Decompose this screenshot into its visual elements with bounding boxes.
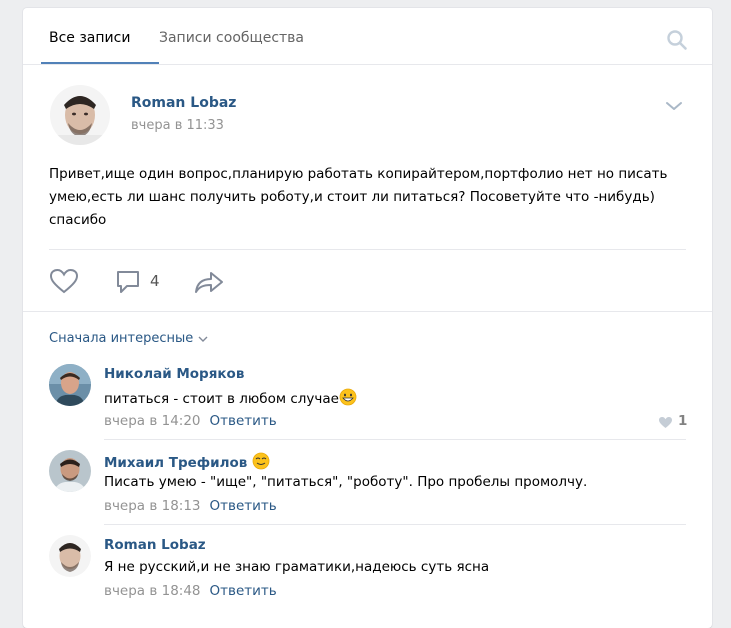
- tab-community-posts[interactable]: Записи сообщества: [159, 29, 304, 47]
- comment-icon[interactable]: [114, 268, 142, 296]
- heart-icon[interactable]: [49, 268, 79, 294]
- post-date[interactable]: вчера в 11:33: [131, 118, 224, 133]
- share-icon[interactable]: [193, 269, 225, 295]
- comment-text: Я не русский,и не знаю граматики,надеюсь…: [104, 559, 490, 575]
- relieved-emoji-icon: [252, 452, 270, 470]
- sort-label: Сначала интересные: [49, 331, 194, 346]
- post-card: Все записи Записи сообщества Roman Lobaz…: [23, 8, 712, 628]
- comment-meta: вчера в 18:48 Ответить: [104, 583, 277, 599]
- comment-author-name[interactable]: Roman Lobaz: [104, 537, 206, 553]
- divider: [49, 249, 686, 250]
- divider: [104, 439, 686, 440]
- divider: [104, 524, 686, 525]
- grinning-emoji-icon: [339, 388, 357, 406]
- reply-button[interactable]: Ответить: [210, 413, 277, 429]
- tabs-bar: Все записи Записи сообщества: [23, 8, 712, 65]
- search-icon[interactable]: [666, 29, 688, 51]
- comment-like-count[interactable]: 1: [678, 413, 687, 429]
- avatar[interactable]: [49, 535, 91, 577]
- post-author-name[interactable]: Roman Lobaz: [131, 95, 236, 111]
- comment-date[interactable]: вчера в 18:48: [104, 583, 201, 599]
- comment-date[interactable]: вчера в 14:20: [104, 413, 201, 429]
- avatar[interactable]: [49, 450, 91, 492]
- tab-all-posts[interactable]: Все записи: [49, 29, 130, 47]
- divider: [23, 311, 712, 312]
- comments-count[interactable]: 4: [150, 272, 160, 290]
- post-text: Привет,ище один вопрос,планирую работать…: [49, 166, 668, 228]
- active-tab-indicator: [41, 62, 159, 64]
- avatar[interactable]: [49, 364, 91, 406]
- comment-text: питаться - стоит в любом случае: [104, 388, 357, 407]
- reply-button[interactable]: Ответить: [210, 583, 277, 599]
- reply-button[interactable]: Ответить: [210, 498, 277, 514]
- comment-meta: вчера в 18:13 Ответить: [104, 498, 277, 514]
- sort-dropdown[interactable]: Сначала интересные: [49, 331, 209, 346]
- chevron-down-icon: [198, 336, 208, 342]
- avatar[interactable]: [50, 85, 110, 145]
- comment-text: Писать умею - "ище", "питаться", "роботу…: [104, 474, 588, 490]
- comment-author-name[interactable]: Михаил Трефилов: [104, 452, 270, 471]
- chevron-down-icon[interactable]: [664, 99, 684, 113]
- heart-icon[interactable]: [658, 416, 673, 429]
- comment-date[interactable]: вчера в 18:13: [104, 498, 201, 514]
- comment-meta: вчера в 14:20 Ответить: [104, 413, 277, 429]
- comment-author-name[interactable]: Николай Моряков: [104, 366, 244, 382]
